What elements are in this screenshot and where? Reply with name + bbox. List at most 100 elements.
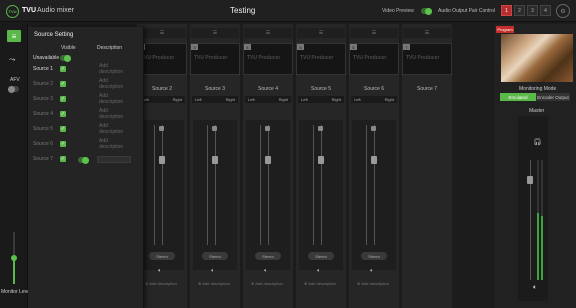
menu-icon[interactable]: ≡	[7, 30, 21, 42]
producer-logo: TVU Producer	[141, 55, 175, 61]
fader-knob[interactable]	[371, 156, 377, 164]
source-thumbnail[interactable]: 7 TVU Producer	[402, 43, 452, 75]
program-tag: Program	[496, 26, 514, 33]
left-label: Left	[248, 97, 255, 102]
add-description-field[interactable]: Add description	[99, 108, 129, 120]
fader-knob[interactable]	[318, 156, 324, 164]
strip-menu-icon[interactable]: ☰	[403, 28, 451, 38]
add-description-field[interactable]: Add description	[99, 123, 129, 135]
add-description-field[interactable]: Add description	[99, 63, 129, 75]
speaker-icon[interactable]: 🔈︎	[158, 268, 162, 275]
add-description-field[interactable]: Add description	[99, 138, 129, 150]
producer-logo: TVU Producer	[194, 55, 228, 61]
source-number-badge: 3	[191, 44, 198, 50]
pair-button-4[interactable]: 4	[540, 5, 551, 16]
fader-knob[interactable]	[212, 156, 218, 164]
speaker-icon[interactable]: 🔈︎	[264, 268, 268, 275]
trim-knob[interactable]	[159, 126, 164, 131]
speaker-icon[interactable]: 🔈︎	[370, 268, 374, 275]
source-name: Source 6	[363, 86, 384, 92]
source-row-label: Source 7	[33, 156, 54, 162]
source-name: Source 7	[416, 86, 437, 92]
source-thumbnail[interactable]: 2 TVU Producer	[137, 43, 187, 75]
pair-button-2[interactable]: 2	[514, 5, 525, 16]
unavailable-toggle[interactable]	[60, 54, 71, 62]
add-description-link[interactable]: ⊕ Add description	[304, 281, 336, 286]
speaker-icon[interactable]: 🔈︎	[211, 268, 215, 275]
trim-knob[interactable]	[265, 126, 270, 131]
page-title: Testing	[230, 6, 256, 15]
stereo-mode-button[interactable]: Stereo	[202, 252, 228, 260]
right-label: Right	[278, 97, 288, 102]
right-label: Right	[384, 97, 394, 102]
stereo-mode-button[interactable]: Stereo	[308, 252, 334, 260]
monitor-level-fill	[13, 258, 15, 284]
gear-icon[interactable]: ⚙	[556, 4, 570, 18]
producer-logo: TVU Producer	[353, 55, 387, 61]
visible-checkbox[interactable]: ✓	[60, 156, 66, 162]
producer-logo: TVU Producer	[406, 55, 440, 61]
fader-track-right	[268, 125, 269, 245]
strip-menu-icon[interactable]: ☰	[244, 28, 292, 38]
description-input[interactable]	[97, 156, 131, 163]
fader-track-right	[215, 125, 216, 245]
video-preview-toggle[interactable]	[421, 7, 432, 15]
master-meter-right-fill	[541, 216, 543, 280]
visible-checkbox[interactable]: ✓	[60, 111, 66, 117]
source-thumbnail[interactable]: 5 TVU Producer	[296, 43, 346, 75]
visible-checkbox[interactable]: ✓	[60, 96, 66, 102]
routing-icon[interactable]: ⤳	[9, 55, 15, 65]
add-description-link[interactable]: ⊕ Add description	[145, 281, 177, 286]
headphones-icon[interactable]: 🎧︎	[533, 138, 542, 146]
pair-button-1[interactable]: 1	[501, 5, 512, 16]
afv-toggle[interactable]	[8, 85, 19, 93]
visible-checkbox[interactable]: ✓	[60, 66, 66, 72]
add-description-field[interactable]: Add description	[99, 78, 129, 90]
right-label: Right	[331, 97, 341, 102]
pair-button-3[interactable]: 3	[527, 5, 538, 16]
strip-menu-icon[interactable]: ☰	[350, 28, 398, 38]
add-description-field[interactable]: Add description	[99, 93, 129, 105]
source-number-badge: 5	[297, 44, 304, 50]
source-row-label: Source 1	[33, 66, 54, 72]
fader-knob[interactable]	[265, 156, 271, 164]
trim-knob[interactable]	[371, 126, 376, 131]
program-preview-image	[501, 34, 573, 82]
speaker-icon[interactable]: 🔈︎	[317, 268, 321, 275]
brand-name: TVU	[22, 7, 36, 14]
source-thumbnail[interactable]: 6 TVU Producer	[349, 43, 399, 75]
source-thumbnail[interactable]: 4 TVU Producer	[243, 43, 293, 75]
channel-lr-header: Left Right	[298, 96, 344, 103]
fader-track-left	[154, 125, 155, 245]
speaker-icon[interactable]: 🔈︎	[533, 284, 537, 292]
channel-lr-header: Left Right	[351, 96, 397, 103]
mode-encoder-output-button[interactable]: Encoder Output	[536, 93, 570, 101]
add-description-link[interactable]: ⊕ Add description	[251, 281, 283, 286]
visible-checkbox[interactable]: ✓	[60, 81, 66, 87]
tvu-logo-icon: TVU	[6, 5, 19, 18]
source-7-toggle[interactable]	[78, 156, 89, 164]
stereo-mode-button[interactable]: Stereo	[255, 252, 281, 260]
fader-track-left	[207, 125, 208, 245]
visible-checkbox[interactable]: ✓	[60, 141, 66, 147]
source-name: Source 3	[204, 86, 225, 92]
master-meter-left-fill	[537, 213, 539, 280]
visible-checkbox[interactable]: ✓	[60, 126, 66, 132]
stereo-mode-button[interactable]: Stereo	[361, 252, 387, 260]
master-fader-knob[interactable]	[527, 176, 533, 184]
source-thumbnail[interactable]: 3 TVU Producer	[190, 43, 240, 75]
fader-knob[interactable]	[159, 156, 165, 164]
channel-lr-header: Left Right	[192, 96, 238, 103]
add-description-link[interactable]: ⊕ Add description	[357, 281, 389, 286]
add-description-link[interactable]: ⊕ Add description	[198, 281, 230, 286]
source-row-label: Source 4	[33, 111, 54, 117]
monitor-level-slider[interactable]	[11, 255, 17, 261]
strip-menu-icon[interactable]: ☰	[297, 28, 345, 38]
strip-menu-icon[interactable]: ☰	[138, 28, 186, 38]
source-number-badge: 6	[350, 44, 357, 50]
stereo-mode-button[interactable]: Stereo	[149, 252, 175, 260]
mode-emulated-button[interactable]: Emulated	[500, 93, 536, 101]
strip-menu-icon[interactable]: ☰	[191, 28, 239, 38]
trim-knob[interactable]	[318, 126, 323, 131]
trim-knob[interactable]	[212, 126, 217, 131]
